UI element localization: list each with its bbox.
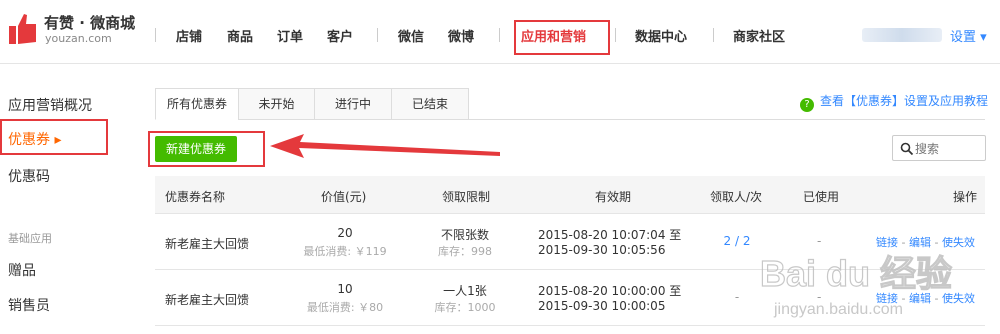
table-row: 新老雇主大回馈 10 最低消费: ￥80 一人1张 库存：1000 2015-0… [155,271,985,326]
coupon-name: 新老雇主大回馈 [165,237,250,251]
help-link[interactable]: ? 查看【优惠券】设置及应用教程 [800,92,988,112]
logo-subtitle: youzan.com [45,32,112,45]
nav-weibo[interactable]: 微博 [448,26,474,45]
search-input[interactable] [915,140,981,157]
nav-separator [615,28,616,42]
nav-separator [155,28,156,42]
coupon-stock: 库存：1000 [434,301,496,314]
search-icon [900,142,914,156]
settings-menu[interactable]: 设置 ▾ [950,26,987,45]
youzan-logo[interactable]: 有赞 · 微商城 youzan.com [8,10,148,50]
action-invalidate[interactable]: 使失效 [942,236,975,249]
action-invalidate[interactable]: 使失效 [942,292,975,305]
tab-all-coupons[interactable]: 所有优惠券 [155,88,239,120]
sidebar-group-label: 基础应用 [8,232,52,245]
tab-ended[interactable]: 已结束 [391,88,469,120]
coupon-received: - [734,290,740,304]
nav-separator [377,28,378,42]
coupon-min-spend: 最低消费: ￥119 [303,245,387,258]
top-header: 有赞 · 微商城 youzan.com 店铺 商品 订单 客户 微信 微博 应用… [0,0,1000,64]
col-limit: 领取限制 [442,190,491,204]
nav-orders[interactable]: 订单 [277,26,303,45]
coupon-value: 10 [337,282,353,296]
nav-products[interactable]: 商品 [227,26,253,45]
nav-highlight-box [514,20,610,55]
action-edit[interactable]: 编辑 [909,236,931,249]
action-link[interactable]: 链接 [876,236,898,249]
coupon-used: - [817,234,822,248]
nav-store[interactable]: 店铺 [176,26,202,45]
search-box[interactable] [892,135,986,161]
coupon-min-spend: 最低消费: ￥80 [306,301,384,314]
help-text: 查看【优惠券】设置及应用教程 [820,94,989,108]
action-edit[interactable]: 编辑 [909,292,931,305]
nav-customers[interactable]: 客户 [327,26,353,45]
row-actions: 链接 - 编辑 - 使失效 [876,234,975,250]
action-separator: - [934,236,939,249]
action-separator: - [901,292,906,305]
col-coupon-name: 优惠券名称 [165,190,226,204]
table-header: 优惠券名称 价值(元) 领取限制 有效期 领取人/次 已使用 操作 [155,176,985,214]
col-received: 领取人/次 [710,190,763,204]
sidebar-item-promo-codes[interactable]: 优惠码 [8,166,50,186]
col-validity: 有效期 [595,190,632,204]
sidebar-item-salespeople[interactable]: 销售员 [8,295,50,315]
action-separator: - [934,292,939,305]
action-link[interactable]: 链接 [876,292,898,305]
sidebar: 应用营销概况 优惠券 ▸ 优惠码 基础应用 赠品 销售员 [0,65,140,334]
coupon-stock: 库存：998 [438,245,492,258]
coupon-limit: 一人1张 [443,284,487,298]
col-actions: 操作 [953,190,978,204]
tab-in-progress[interactable]: 进行中 [314,88,392,120]
nav-community[interactable]: 商家社区 [733,26,785,45]
sidebar-highlight-box [0,119,108,155]
annotation-arrow-icon [270,134,500,158]
coupon-valid-from: 2015-08-20 10:07:04 至 [538,228,682,242]
col-value: 价值(元) [321,190,367,204]
sidebar-item-gifts[interactable]: 赠品 [8,260,36,280]
col-used: 已使用 [803,190,840,204]
logo-title: 有赞 · 微商城 [44,14,136,32]
question-icon: ? [800,98,814,112]
sidebar-item-overview[interactable]: 应用营销概况 [8,95,92,115]
coupon-valid-to: 2015-09-30 10:05:56 [538,243,666,257]
coupon-value: 20 [337,226,353,240]
thumbs-up-logo-icon [9,14,36,44]
row-actions: 链接 - 编辑 - 使失效 [876,290,975,306]
nav-separator [499,28,500,42]
coupon-valid-from: 2015-08-20 10:00:00 至 [538,284,682,298]
coupon-valid-to: 2015-09-30 10:00:05 [538,299,666,313]
coupon-received-link[interactable]: 2 / 2 [707,234,767,248]
nav-data-center[interactable]: 数据中心 [635,26,687,45]
action-separator: - [901,236,906,249]
table-row: 新老雇主大回馈 20 最低消费: ￥119 不限张数 库存：998 2015-0… [155,215,985,270]
coupon-name: 新老雇主大回馈 [165,293,250,307]
user-name-blurred[interactable] [862,28,942,42]
coupon-limit: 不限张数 [440,228,489,242]
new-button-highlight-box [148,131,265,167]
nav-wechat[interactable]: 微信 [398,26,424,45]
coupon-used: - [817,290,822,304]
tab-not-started[interactable]: 未开始 [238,88,315,120]
nav-separator [713,28,714,42]
